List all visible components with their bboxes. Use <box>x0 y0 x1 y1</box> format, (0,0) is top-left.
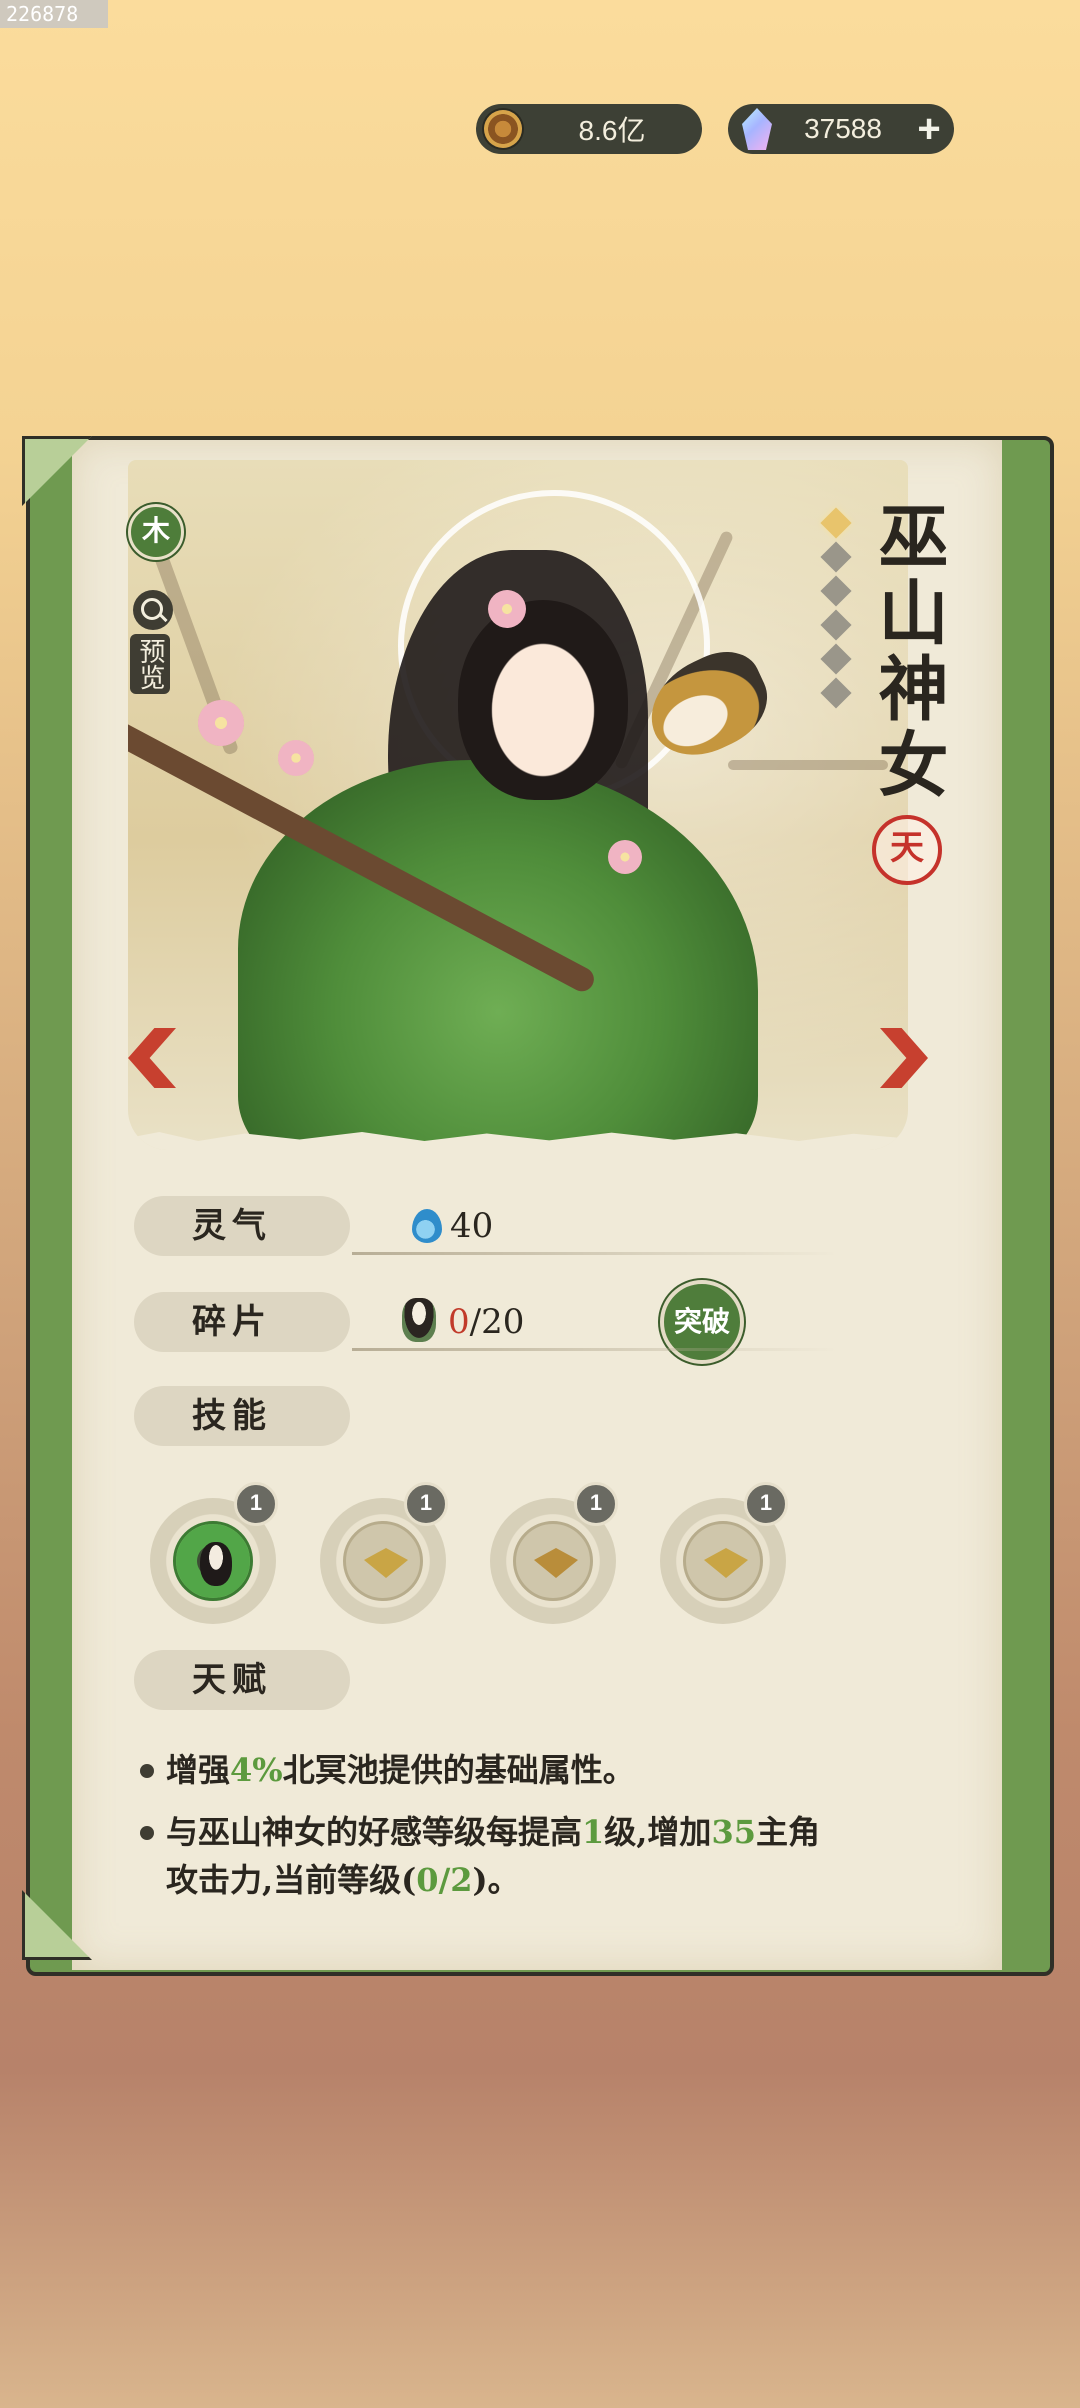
preview-button[interactable]: 预览 <box>130 590 176 694</box>
shard-portrait-icon <box>402 1298 436 1342</box>
skill-slot-character[interactable]: 1 <box>150 1482 278 1624</box>
star-icon <box>820 575 852 607</box>
shard-count: 0/20 <box>448 1292 524 1352</box>
spirit-value: 40 <box>450 1206 494 1246</box>
skill-level-badge: 1 <box>744 1482 788 1526</box>
skill-level-badge: 1 <box>404 1482 448 1526</box>
talent-value: 0/2 <box>416 1861 473 1899</box>
skill-frame <box>513 1521 593 1601</box>
skill-slot-seedling[interactable]: 1 <box>660 1482 788 1624</box>
element-badge: 木 <box>128 504 184 560</box>
talent-line-1: 增强4%北冥池提供的基础属性。 <box>140 1746 846 1794</box>
talent-value: 35 <box>711 1813 756 1851</box>
talent-text: 北冥池提供的基础属性。 <box>282 1751 635 1789</box>
spirit-label: 灵气 <box>134 1196 350 1256</box>
character-skill-icon <box>200 1542 232 1586</box>
talent-text: 级,增加 <box>604 1813 712 1851</box>
breakthrough-button[interactable]: 突破 <box>660 1280 744 1364</box>
star-icon <box>820 541 852 573</box>
preview-label: 预览 <box>130 634 170 694</box>
talent-value: 1 <box>582 1813 605 1851</box>
star-icon <box>820 677 852 709</box>
bullet-icon <box>140 1826 154 1840</box>
skill-frame <box>683 1521 763 1601</box>
flower <box>198 700 244 746</box>
character-dress <box>238 760 758 1150</box>
flower <box>278 740 314 776</box>
skill-frame <box>343 1521 423 1601</box>
talent-text: 与巫山神女的好感等级每提高 <box>166 1813 583 1851</box>
shard-label: 碎片 <box>134 1292 350 1352</box>
gem-icon <box>742 108 772 150</box>
shard-total: /20 <box>469 1302 525 1342</box>
rank-seal: 天 <box>872 815 942 885</box>
coin-icon <box>484 110 522 148</box>
divider <box>352 1252 838 1255</box>
background-tree <box>728 760 888 770</box>
coin-currency: 8.6亿 <box>476 104 702 154</box>
coin-amount: 8.6亿 <box>578 115 646 146</box>
seedling-icon <box>704 1548 748 1578</box>
talent-text: )。 <box>472 1861 520 1899</box>
divider <box>352 1348 838 1351</box>
skill-level-badge: 1 <box>574 1482 618 1526</box>
skills-label: 技能 <box>134 1386 350 1446</box>
star-icon <box>820 609 852 641</box>
character-portrait <box>128 460 908 1150</box>
add-gems-button[interactable]: + <box>910 109 948 149</box>
character-name: 巫山神女 <box>867 500 950 804</box>
star-rating <box>818 500 854 709</box>
spirit-drop-icon <box>412 1209 442 1243</box>
skill-slot-farm[interactable]: 1 <box>320 1482 448 1624</box>
flower <box>608 840 642 874</box>
skill-level-badge: 1 <box>234 1482 278 1526</box>
talent-line-2: 与巫山神女的好感等级每提高1级,增加35主角攻击力,当前等级(0/2)。 <box>140 1808 846 1904</box>
bullet-icon <box>140 1764 154 1778</box>
shard-current: 0 <box>448 1302 470 1342</box>
star-icon <box>820 643 852 675</box>
magnify-icon <box>133 590 173 630</box>
talent-value: 4% <box>230 1751 283 1789</box>
farm-plot-icon <box>364 1548 408 1578</box>
gem-currency: 37588 + <box>728 104 954 154</box>
flower <box>488 590 526 628</box>
character-face <box>458 600 628 800</box>
talent-text: 增强 <box>166 1751 231 1789</box>
screenshot-id-tag: 226878 <box>0 0 108 28</box>
skill-frame <box>173 1521 253 1601</box>
hoe-icon <box>534 1548 578 1578</box>
talent-label: 天赋 <box>134 1650 350 1710</box>
star-icon <box>820 507 852 539</box>
skill-slot-hoe[interactable]: 1 <box>490 1482 618 1624</box>
